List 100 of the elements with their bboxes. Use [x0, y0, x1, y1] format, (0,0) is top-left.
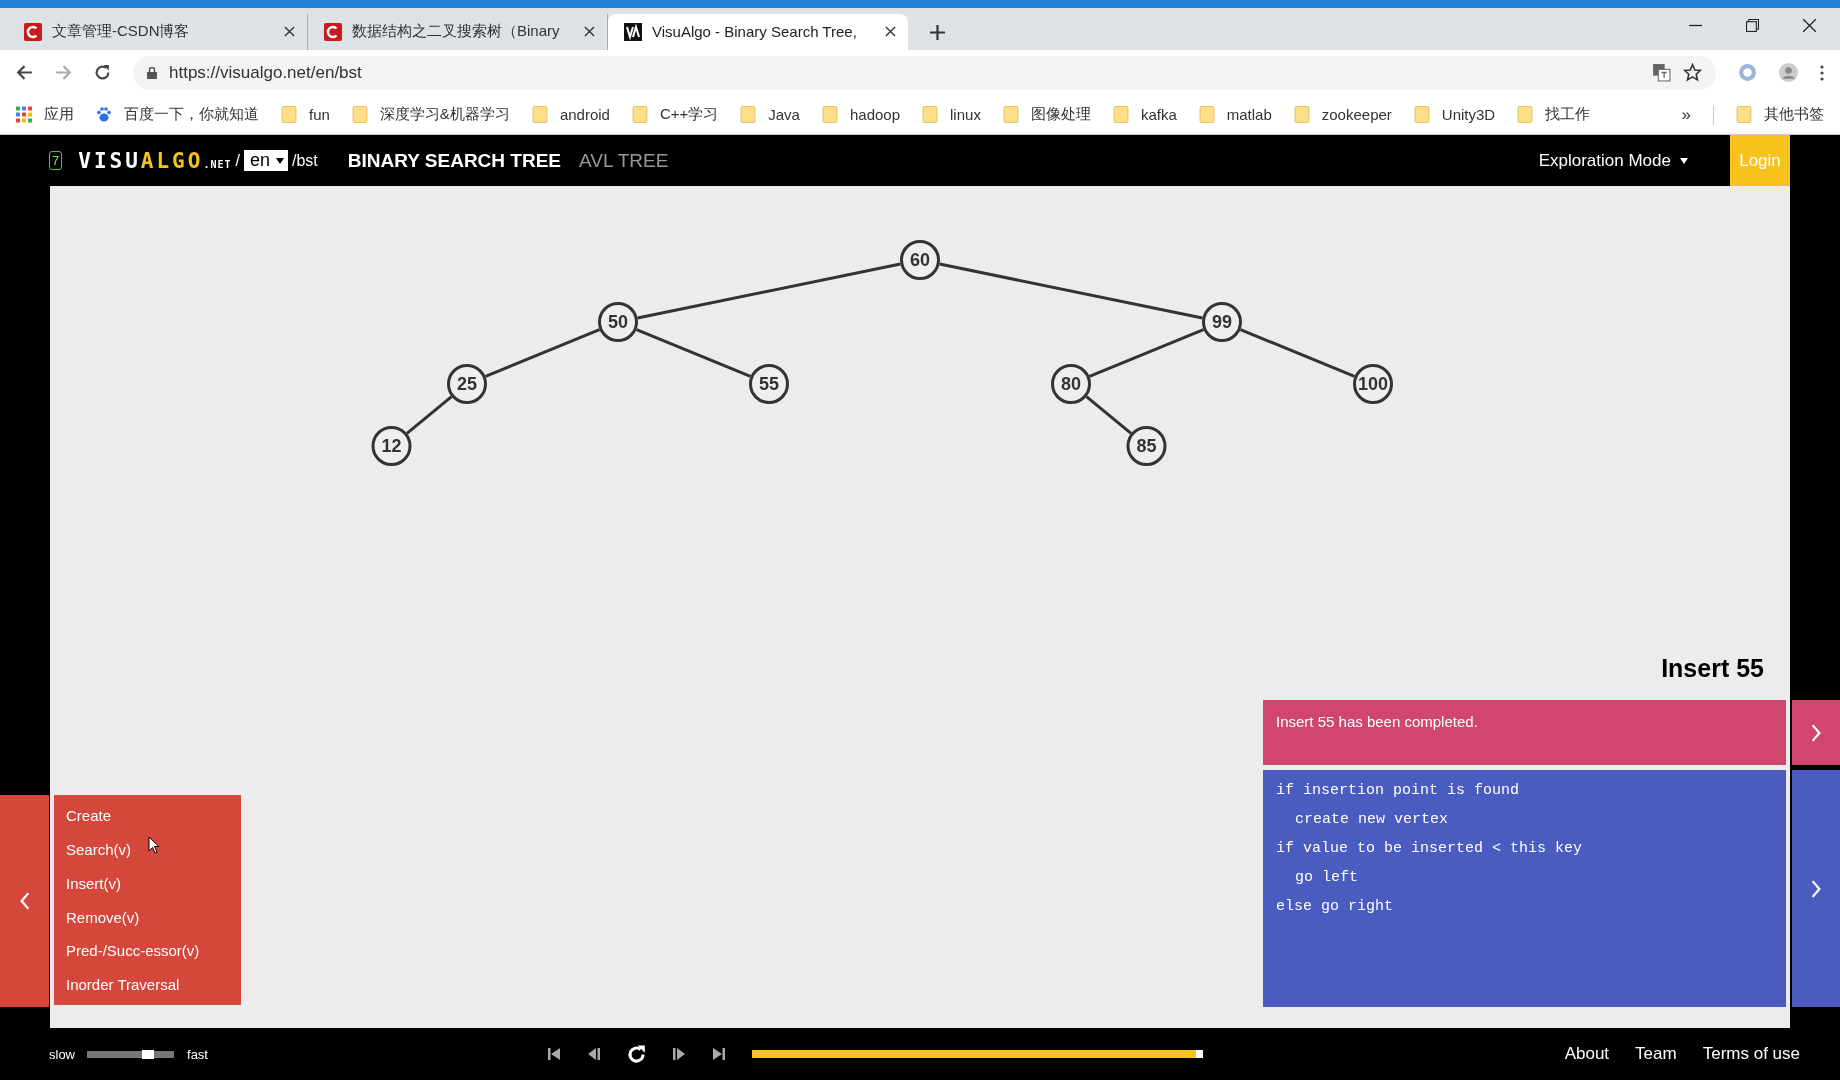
folder-icon	[1112, 106, 1129, 124]
bookmark[interactable]: 图像处理	[1002, 105, 1091, 125]
new-tab-icon[interactable]	[930, 24, 945, 40]
skip-to-end-icon[interactable]	[712, 1047, 726, 1062]
back-icon[interactable]	[16, 64, 33, 82]
step-back-icon[interactable]	[587, 1047, 601, 1062]
tree-edge	[1085, 395, 1132, 435]
url-path: /bst	[291, 151, 318, 170]
lock-icon	[147, 66, 157, 79]
bookmark[interactable]: 其他书签	[1736, 105, 1824, 125]
menu-item[interactable]: Search(v)	[66, 841, 229, 859]
status-message: Insert 55 has been completed.	[1263, 700, 1786, 766]
code-line: if insertion point is found	[1276, 782, 1521, 800]
speed-slider[interactable]	[87, 1050, 174, 1058]
bookmark[interactable]: fun	[281, 106, 330, 124]
logo[interactable]: VISUALGO.NET	[78, 148, 232, 173]
bookmark[interactable]: matlab	[1198, 106, 1272, 124]
browser-tab[interactable]: 文章管理-CSDN博客	[8, 13, 308, 50]
browser-tab[interactable]: VisuAlgo - Binary Search Tree,	[608, 13, 908, 50]
folder-icon	[351, 106, 368, 124]
footer-link[interactable]: Team	[1635, 1044, 1677, 1065]
replay-icon[interactable]	[627, 1044, 646, 1064]
bookmark[interactable]: kafka	[1112, 106, 1177, 124]
visualgo-icon	[624, 22, 642, 41]
folder-icon	[821, 106, 838, 124]
code-line: create new vertex	[1294, 811, 1450, 829]
tree-node[interactable]: 12	[371, 426, 412, 467]
menu-item[interactable]: Remove(v)	[66, 908, 229, 926]
csdn-icon	[324, 22, 342, 41]
bookmark[interactable]: Java	[740, 106, 800, 124]
bookmark[interactable]: Unity3D	[1413, 106, 1496, 124]
status-title: Insert 55	[1661, 654, 1764, 684]
folder-icon	[1002, 106, 1019, 124]
address-field[interactable]: https://visualgo.net/en/bst	[133, 55, 1716, 90]
folder-icon	[1517, 106, 1534, 124]
speed-label: fast	[187, 1046, 208, 1062]
menu-item[interactable]: Insert(v)	[66, 874, 229, 892]
tree-node[interactable]: 50	[598, 302, 638, 343]
translate-icon[interactable]	[1652, 63, 1671, 83]
step-forward-icon[interactable]	[672, 1047, 686, 1062]
footer-link[interactable]: About	[1564, 1044, 1610, 1065]
folder-icon	[631, 106, 648, 124]
folder-icon	[281, 106, 297, 124]
menu-item[interactable]: Inorder Traversal	[66, 976, 229, 994]
speed-label: slow	[49, 1046, 75, 1062]
close-icon[interactable]	[584, 26, 595, 38]
chevron-left-icon	[18, 892, 31, 911]
apps-icon	[16, 106, 32, 124]
paw-icon	[96, 106, 112, 124]
folder-icon	[1736, 106, 1752, 124]
bookmark[interactable]: 应用	[16, 105, 74, 125]
caret-icon	[275, 157, 284, 164]
bookmark[interactable]: C++学习	[631, 105, 719, 125]
profile-icon[interactable]	[1779, 63, 1798, 83]
menu-toggle-button[interactable]	[0, 795, 49, 1008]
bookmark[interactable]: 百度一下，你就知道	[96, 105, 259, 125]
close-icon[interactable]	[1803, 18, 1816, 32]
tree-node[interactable]: 25	[447, 364, 487, 405]
path-separator: /	[235, 151, 240, 170]
skip-to-start-icon[interactable]	[547, 1047, 561, 1062]
nav-link[interactable]: AVL TREE	[579, 149, 669, 172]
pseudocode-toggle-button[interactable]	[1792, 770, 1840, 1008]
tree-node[interactable]: 55	[749, 364, 789, 405]
bookmark[interactable]: zookeeper	[1293, 106, 1392, 124]
chevron-right-icon	[1810, 879, 1822, 898]
status-toggle-button[interactable]	[1792, 700, 1840, 766]
restore-icon[interactable]	[1746, 18, 1759, 32]
language-select[interactable]: en	[243, 150, 288, 172]
more-bookmarks-button[interactable]: »	[1681, 104, 1691, 125]
csdn-icon	[24, 22, 42, 41]
browser-tab[interactable]: 数据结构之二叉搜索树（Binary	[308, 13, 608, 50]
footer-link[interactable]: Terms of use	[1702, 1044, 1800, 1065]
menu-icon[interactable]	[1820, 64, 1824, 81]
bookmark[interactable]: hadoop	[821, 106, 901, 124]
tree-node[interactable]: 85	[1126, 426, 1167, 467]
close-icon[interactable]	[885, 26, 896, 38]
tree-node[interactable]: 99	[1202, 302, 1242, 343]
nav-link[interactable]: BINARY SEARCH TREE	[347, 149, 561, 172]
star-icon[interactable]	[1683, 63, 1702, 83]
slider-thumb[interactable]	[141, 1049, 154, 1059]
chevron-right-icon	[1810, 723, 1822, 742]
folder-icon	[531, 106, 548, 124]
bookmark[interactable]: android	[531, 106, 610, 124]
code-line: else go right	[1276, 898, 1395, 916]
bookmark[interactable]: linux	[922, 106, 981, 124]
folder-icon	[740, 106, 757, 124]
folder-icon	[1293, 106, 1310, 124]
tree-node[interactable]: 80	[1051, 364, 1091, 405]
folder-icon	[922, 106, 939, 124]
bookmark[interactable]: 深度学习&机器学习	[351, 105, 510, 125]
menu-item[interactable]: Pred-/Succ-essor(v)	[66, 942, 229, 960]
tree-node[interactable]: 100	[1353, 364, 1393, 405]
folder-icon	[1413, 106, 1430, 124]
bookmark[interactable]: 找工作	[1517, 105, 1591, 125]
code-line: if value to be inserted < this key	[1276, 840, 1584, 858]
mode-dropdown[interactable]: Exploration Mode	[1538, 150, 1688, 171]
reload-icon[interactable]	[94, 64, 111, 82]
close-icon[interactable]	[284, 26, 295, 38]
menu-item[interactable]: Create	[66, 807, 229, 825]
tree-node[interactable]: 60	[900, 240, 940, 281]
